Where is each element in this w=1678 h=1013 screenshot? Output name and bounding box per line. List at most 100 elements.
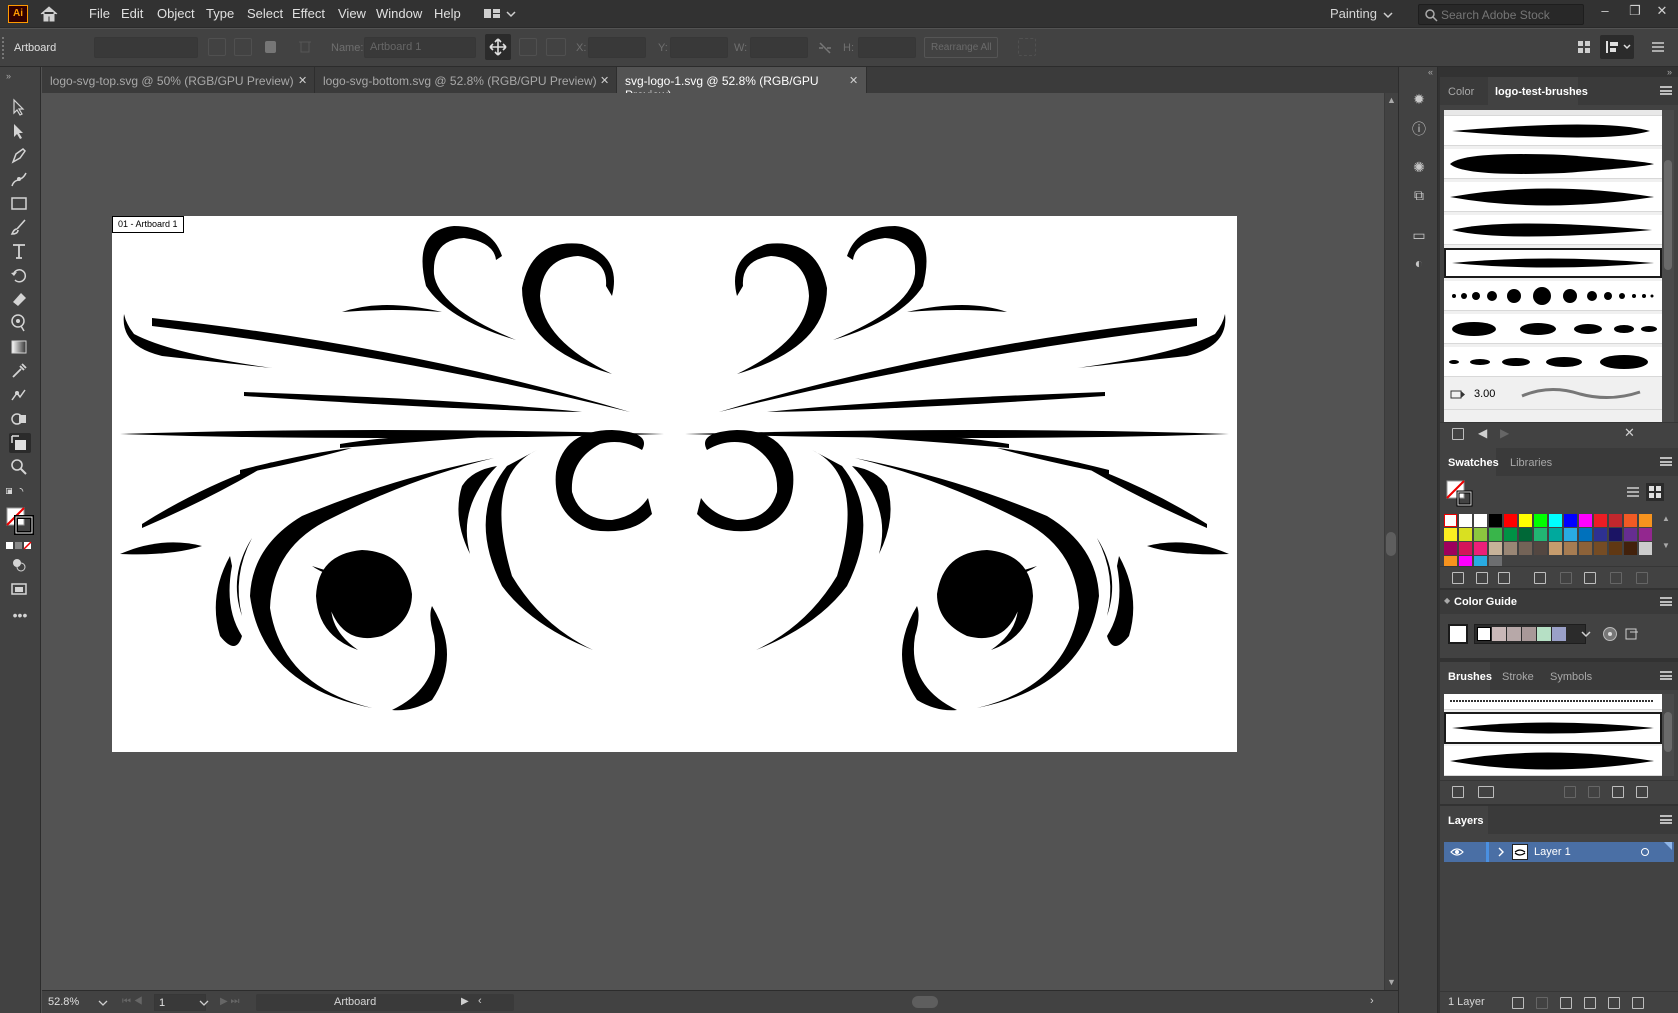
harmony-swatch[interactable] xyxy=(1492,627,1506,641)
color-swatch[interactable] xyxy=(1609,542,1622,555)
y-field[interactable] xyxy=(670,37,728,58)
color-swatch[interactable] xyxy=(1549,542,1562,555)
artboard[interactable] xyxy=(112,216,1237,752)
collapse-toolbar-icon[interactable]: » xyxy=(6,71,34,81)
delete-swatch-icon[interactable] xyxy=(1636,572,1648,584)
layer-name[interactable]: Layer 1 xyxy=(1534,846,1571,858)
gradient-tool-icon[interactable] xyxy=(9,337,31,357)
minimize-button[interactable]: – xyxy=(1594,3,1616,23)
info-icon[interactable]: ⓘ xyxy=(1410,119,1428,137)
scroll-left-icon[interactable]: ‹ xyxy=(478,995,482,1007)
tab-brushes[interactable]: Brushes xyxy=(1448,671,1492,683)
remove-brush-stroke-icon[interactable] xyxy=(1564,786,1576,798)
layer-row[interactable]: Layer 1 xyxy=(1444,842,1674,862)
swap-colors-icon[interactable] xyxy=(5,483,35,503)
curvature-tool-icon[interactable] xyxy=(9,169,31,189)
brush-list-scrollbar[interactable] xyxy=(1662,110,1674,422)
tab-swatches[interactable]: Swatches xyxy=(1448,457,1499,469)
scroll-down-icon[interactable]: ▼ xyxy=(1387,977,1397,987)
menu-effect[interactable]: Effect xyxy=(292,6,325,21)
draw-mode-icon[interactable] xyxy=(9,555,31,575)
color-swatch[interactable] xyxy=(1474,542,1487,555)
landscape-icon[interactable] xyxy=(234,38,252,56)
new-sublayer-icon[interactable] xyxy=(1584,997,1596,1009)
brush-row[interactable] xyxy=(1444,215,1662,245)
close-icon[interactable]: ✕ xyxy=(298,74,307,87)
color-swatch[interactable] xyxy=(1504,514,1517,527)
brush-row[interactable] xyxy=(1444,746,1662,776)
color-swatch[interactable] xyxy=(1474,528,1487,541)
color-swatch[interactable] xyxy=(1609,514,1622,527)
tab-symbols[interactable]: Symbols xyxy=(1550,671,1592,683)
shape-builder-tool-icon[interactable] xyxy=(9,409,31,429)
menu-object[interactable]: Object xyxy=(157,6,195,21)
rotate-tool-icon[interactable] xyxy=(9,265,31,285)
restore-button[interactable]: ❐ xyxy=(1624,3,1646,23)
tab-logo-svg-top[interactable]: logo-svg-top.svg @ 50% (RGB/GPU Preview)… xyxy=(42,67,315,93)
color-swatch[interactable] xyxy=(1609,528,1622,541)
add-to-library-icon[interactable] xyxy=(1498,572,1510,584)
close-icon[interactable]: ✕ xyxy=(600,74,609,87)
color-swatch[interactable] xyxy=(1489,542,1502,555)
tab-logo-svg-bottom[interactable]: logo-svg-bottom.svg @ 52.8% (RGB/GPU Pre… xyxy=(315,67,617,93)
artboard-name-field[interactable]: Artboard 1 xyxy=(364,37,476,58)
color-swatch[interactable] xyxy=(1594,542,1607,555)
selection-tool-icon[interactable] xyxy=(9,97,31,117)
color-swatch[interactable] xyxy=(1624,542,1637,555)
swatch-scrollbar[interactable]: ▲ ▼ xyxy=(1662,514,1674,564)
panel-menu-icon[interactable] xyxy=(1660,671,1672,680)
list-view-icon[interactable] xyxy=(1626,485,1640,499)
menu-type[interactable]: Type xyxy=(206,6,234,21)
artboard-tool-icon[interactable] xyxy=(9,433,31,453)
transparency-icon[interactable]: ◐ xyxy=(1410,255,1428,273)
panel-menu-icon[interactable] xyxy=(1660,597,1672,606)
color-swatch[interactable] xyxy=(1594,514,1607,527)
color-swatch[interactable] xyxy=(1489,514,1502,527)
harmony-swatch[interactable] xyxy=(1477,627,1491,641)
eyedropper-tool-icon[interactable] xyxy=(9,361,31,381)
delete-brush-icon[interactable] xyxy=(1636,786,1648,798)
visibility-eye-icon[interactable] xyxy=(1450,846,1464,858)
harmony-swatch[interactable] xyxy=(1507,627,1521,641)
status-menu-arrow-icon[interactable]: ▶ xyxy=(461,996,469,1007)
color-swatch[interactable] xyxy=(1489,528,1502,541)
locate-object-icon[interactable] xyxy=(1536,997,1548,1009)
brush-library-icon[interactable] xyxy=(1452,786,1464,798)
swatch-kind-icon[interactable] xyxy=(1476,572,1488,584)
scroll-thumb[interactable] xyxy=(1664,712,1672,752)
swatch-library-icon[interactable] xyxy=(1452,572,1464,584)
paintbrush-tool-icon[interactable] xyxy=(9,217,31,237)
color-swatch[interactable] xyxy=(1519,542,1532,555)
arrange-documents-icon[interactable] xyxy=(483,7,517,22)
vertical-scroll-thumb[interactable] xyxy=(1386,532,1396,556)
ornament-artwork[interactable] xyxy=(112,216,1237,752)
color-swatch[interactable] xyxy=(1444,542,1457,555)
portrait-icon[interactable] xyxy=(208,38,226,56)
brushes-scrollbar[interactable] xyxy=(1662,694,1674,776)
search-input[interactable] xyxy=(1441,7,1581,22)
color-swatch[interactable] xyxy=(1459,528,1472,541)
w-field[interactable] xyxy=(750,37,808,58)
close-button[interactable]: ✕ xyxy=(1651,3,1673,23)
grip-handle[interactable] xyxy=(2,37,8,59)
color-swatch[interactable] xyxy=(1504,528,1517,541)
color-swatch[interactable] xyxy=(1639,542,1652,555)
harmony-swatch[interactable] xyxy=(1552,627,1566,641)
type-tool-icon[interactable] xyxy=(9,241,31,261)
preset-dropdown[interactable] xyxy=(94,37,198,58)
menu-view[interactable]: View xyxy=(338,6,366,21)
color-swatch[interactable] xyxy=(1504,542,1517,555)
reference-point-icon[interactable] xyxy=(546,38,566,56)
scroll-thumb[interactable] xyxy=(1664,160,1672,270)
new-layer-icon[interactable] xyxy=(1608,997,1620,1009)
panel-menu-icon[interactable] xyxy=(1660,457,1672,466)
zoom-level[interactable]: 52.8% xyxy=(48,996,79,1008)
scroll-up-icon[interactable]: ▲ xyxy=(1387,95,1397,105)
select-grid-icon[interactable] xyxy=(1018,38,1036,56)
color-swatch[interactable] xyxy=(1534,514,1547,527)
menu-window[interactable]: Window xyxy=(376,6,422,21)
brush-row[interactable] xyxy=(1444,116,1662,146)
tab-libraries[interactable]: Libraries xyxy=(1510,457,1552,469)
panel-menu-icon[interactable] xyxy=(1660,86,1672,95)
menu-file[interactable]: File xyxy=(89,6,110,21)
